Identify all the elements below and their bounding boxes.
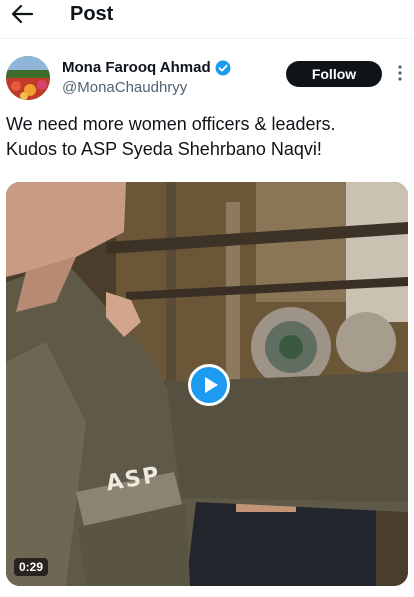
video-player[interactable]: ASP 0:29 xyxy=(6,182,408,586)
author-name[interactable]: Mona Farooq Ahmad xyxy=(62,59,211,76)
tweet-text-line: Kudos to ASP Syeda Shehrbano Naqvi! xyxy=(6,139,322,159)
header-divider xyxy=(0,38,414,39)
author-name-row[interactable]: Mona Farooq Ahmad xyxy=(62,59,231,76)
play-button[interactable] xyxy=(188,364,230,406)
avatar-image xyxy=(6,56,50,100)
follow-button[interactable]: Follow xyxy=(286,61,382,87)
author-handle[interactable]: @MonaChaudhryy xyxy=(62,79,187,96)
play-icon xyxy=(205,377,218,393)
page-title: Post xyxy=(70,3,114,25)
verified-badge-icon xyxy=(215,60,231,75)
back-button[interactable] xyxy=(8,2,38,28)
arrow-left-icon xyxy=(11,4,34,24)
avatar[interactable] xyxy=(6,56,50,100)
more-vertical-icon xyxy=(398,65,402,81)
more-options-button[interactable] xyxy=(395,64,405,82)
tweet-text-line: We need more women officers & leaders. xyxy=(6,114,336,134)
top-bar: Post xyxy=(0,0,414,36)
tweet-text: We need more women officers & leaders. K… xyxy=(6,112,406,162)
video-duration: 0:29 xyxy=(14,558,49,576)
